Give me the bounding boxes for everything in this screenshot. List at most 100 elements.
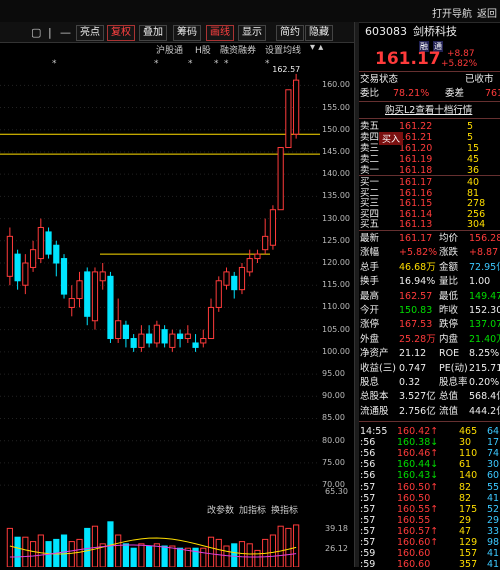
- price-change-pct: +5.82%: [441, 59, 478, 69]
- candle[interactable]: [60, 254, 68, 299]
- stat-value: 0.20%: [469, 377, 500, 388]
- candle[interactable]: [53, 240, 60, 277]
- candle[interactable]: [223, 267, 230, 290]
- candle[interactable]: [192, 334, 199, 352]
- window-icon[interactable]: ▢: [31, 26, 41, 39]
- candle[interactable]: [200, 329, 207, 348]
- sub-axis-tick: 39.18: [325, 524, 348, 533]
- candle[interactable]: [254, 249, 261, 264]
- volume-indicator-chart[interactable]: [0, 516, 320, 567]
- chips-button[interactable]: 筹码: [173, 25, 201, 41]
- stat-value: 25.28万: [399, 333, 436, 345]
- chart-toolbar: ▢ | — 亮点 复权 叠加 筹码 画线 显示 简约 隐藏: [0, 22, 354, 43]
- tick-row: :57 160.60↑ 129 98: [359, 537, 500, 548]
- candle[interactable]: [68, 285, 75, 317]
- price-tick: 95.00: [322, 369, 345, 379]
- indicator-bar: [14, 536, 21, 567]
- bid-row: 买五 161.13 304: [359, 219, 500, 230]
- tick-count: 29: [487, 514, 500, 526]
- candle[interactable]: [231, 271, 238, 299]
- open-nav-button[interactable]: 打开导航: [432, 5, 472, 20]
- indicator-bar: [277, 525, 284, 567]
- ask-volume: 45: [467, 154, 480, 165]
- candle[interactable]: [122, 320, 130, 348]
- display-button[interactable]: 显示: [238, 25, 266, 41]
- indicator-bar: [161, 545, 168, 567]
- stat-label: 流通股: [360, 405, 389, 417]
- candle[interactable]: [215, 276, 222, 312]
- candle[interactable]: [14, 249, 21, 290]
- candlestick-chart[interactable]: 162.57* * * * * *: [0, 58, 320, 498]
- candle[interactable]: [29, 240, 37, 272]
- tick-count: 98: [487, 537, 500, 548]
- candle[interactable]: [37, 218, 44, 264]
- adjust-price-button[interactable]: 复权: [107, 25, 135, 41]
- buy-l2-link[interactable]: 购买L2查看十档行情: [385, 105, 472, 116]
- candle[interactable]: [238, 263, 246, 295]
- candle[interactable]: [146, 325, 153, 348]
- candle[interactable]: [262, 218, 269, 255]
- dropdown-icon[interactable]: ▾ ▴: [310, 42, 323, 53]
- ma-settings-option[interactable]: 设置均线: [265, 43, 301, 56]
- ask-volume: 15: [467, 143, 480, 154]
- indicator-bar: [37, 534, 44, 567]
- minimize-icon[interactable]: —: [60, 26, 71, 39]
- candle[interactable]: [207, 298, 215, 340]
- tick-count: 52: [487, 503, 500, 515]
- bid-row: 买四 161.14 256: [359, 209, 500, 220]
- bid-label: 买三: [360, 198, 380, 209]
- candle[interactable]: [285, 89, 292, 149]
- stat-value: 1.00: [469, 276, 491, 288]
- candle[interactable]: [153, 320, 160, 348]
- tick-count: 33: [487, 525, 500, 537]
- candle[interactable]: [22, 254, 29, 295]
- tick-volume: 30: [459, 437, 472, 449]
- tick-volume: 61: [459, 459, 472, 471]
- buy-in-button[interactable]: 买入: [379, 132, 404, 145]
- candle[interactable]: [176, 329, 184, 348]
- price-tick: 130.00: [322, 213, 350, 223]
- price-tick: 110.00: [322, 302, 350, 312]
- candle[interactable]: [91, 267, 99, 330]
- divider-icon[interactable]: |: [48, 26, 52, 39]
- stat-value: 167.53: [399, 319, 433, 331]
- indicator-bar: [176, 547, 184, 567]
- back-button[interactable]: 返回: [477, 5, 497, 20]
- hk-connect-option[interactable]: 沪股通: [156, 43, 183, 56]
- candle[interactable]: [169, 329, 176, 352]
- switch-indicator-button[interactable]: 换指标: [271, 503, 298, 516]
- overlay-button[interactable]: 叠加: [139, 25, 167, 41]
- stat-value: 16.94%: [399, 276, 436, 288]
- bid-price: 161.13: [399, 219, 433, 230]
- candle[interactable]: [45, 227, 52, 259]
- margin-trading-option[interactable]: 融资融券: [220, 43, 256, 56]
- ask-price: 161.19: [399, 154, 433, 165]
- stat-value: 215.71: [469, 362, 500, 374]
- highlight-button[interactable]: 亮点: [76, 25, 104, 41]
- candle[interactable]: [161, 325, 168, 348]
- edit-params-button[interactable]: 改参数: [207, 503, 234, 516]
- candle[interactable]: [184, 325, 191, 343]
- candle[interactable]: [6, 227, 13, 286]
- tick-row: :59 160.60 157 41: [359, 548, 500, 559]
- tick-volume: 157: [459, 548, 478, 560]
- candle[interactable]: [293, 73, 300, 139]
- tick-time: :57: [360, 525, 376, 537]
- candle[interactable]: [84, 267, 91, 326]
- candle[interactable]: [107, 271, 114, 343]
- candle[interactable]: [76, 271, 83, 308]
- candle[interactable]: [269, 205, 277, 250]
- h-share-option[interactable]: H股: [195, 43, 211, 56]
- candle[interactable]: [115, 298, 122, 343]
- add-indicator-button[interactable]: 加指标: [239, 503, 266, 516]
- ask-label: 卖二: [360, 154, 380, 165]
- candle[interactable]: [130, 334, 137, 352]
- hide-button[interactable]: 隐藏: [305, 25, 333, 41]
- candle[interactable]: [277, 147, 284, 211]
- indicator-bar: [207, 536, 215, 567]
- tick-volume: 82: [459, 481, 472, 493]
- simple-button[interactable]: 简约: [276, 25, 304, 41]
- draw-line-button[interactable]: 画线: [206, 25, 234, 41]
- candle[interactable]: [138, 325, 145, 352]
- price-tick: 150.00: [322, 124, 350, 134]
